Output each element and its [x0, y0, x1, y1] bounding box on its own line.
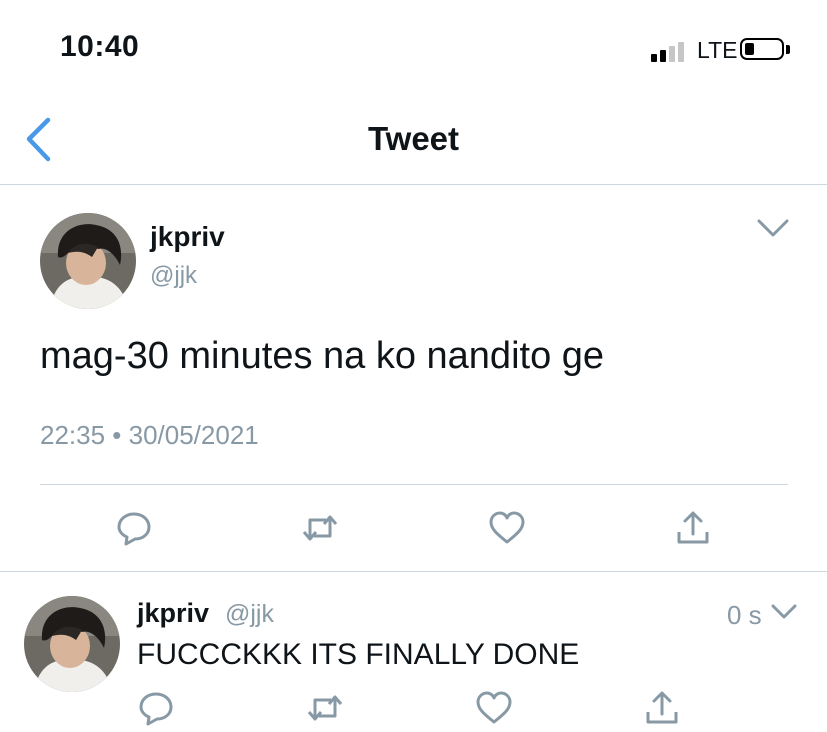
retweet-icon[interactable]: [300, 508, 340, 548]
reply-like-icon[interactable]: [474, 688, 514, 728]
status-time: 10:40: [60, 30, 140, 63]
chevron-down-icon[interactable]: [756, 216, 790, 240]
avatar[interactable]: [40, 213, 136, 309]
reply-chevron-down-icon[interactable]: [770, 602, 798, 622]
section-divider: [0, 571, 827, 572]
tweet-divider: [40, 484, 788, 485]
comment-icon[interactable]: [114, 508, 154, 548]
battery-icon: [740, 38, 784, 60]
tweet-text: mag-30 minutes na ko nandito ge: [40, 335, 605, 377]
header-divider: [0, 184, 827, 185]
reply-timestamp: 0 s: [727, 600, 762, 630]
reply-comment-icon[interactable]: [136, 688, 176, 728]
signal-strength-icon: [651, 40, 693, 62]
like-icon[interactable]: [487, 508, 527, 548]
reply-share-icon[interactable]: [642, 688, 682, 728]
page-title: Tweet: [367, 120, 460, 157]
battery-tip: [786, 45, 790, 54]
reply-text: FUCCCKKK ITS FINALLY DONE: [137, 638, 580, 671]
reply-avatar[interactable]: [24, 596, 120, 692]
reply-retweet-icon[interactable]: [305, 688, 345, 728]
author-name[interactable]: jkpriv: [150, 221, 225, 253]
tweet-timestamp: 22:35 • 30/05/2021: [40, 420, 259, 450]
reply-author-name[interactable]: jkpriv: [137, 598, 209, 629]
reply-author-handle[interactable]: @jjk: [225, 600, 274, 629]
author-handle[interactable]: @jjk: [150, 262, 197, 290]
share-icon[interactable]: [673, 508, 713, 548]
network-type: LTE: [697, 37, 738, 63]
